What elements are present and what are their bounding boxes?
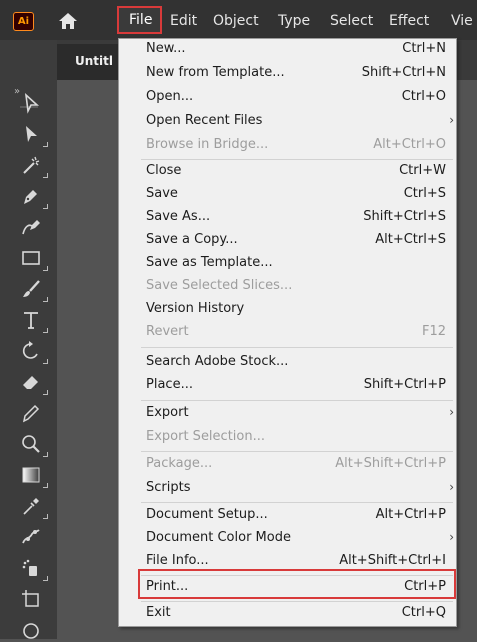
- menu-separator: [141, 347, 453, 348]
- menu-item-new-from-template[interactable]: New from Template... Shift+Ctrl+N: [119, 63, 456, 85]
- menu-item-exit[interactable]: Exit Ctrl+Q: [119, 603, 456, 625]
- menu-edit[interactable]: Edit: [170, 12, 197, 30]
- direct-selection-tool-icon[interactable]: [20, 123, 48, 147]
- menu-select[interactable]: Select: [330, 12, 373, 30]
- pen-tool-icon[interactable]: [20, 185, 48, 209]
- menu-item-open-recent-files[interactable]: Open Recent Files ›: [119, 111, 456, 133]
- paintbrush-tool-icon[interactable]: [20, 278, 48, 302]
- menu-separator: [141, 451, 453, 452]
- menu-separator: [141, 159, 453, 160]
- menu-item-close[interactable]: Close Ctrl+W: [119, 161, 456, 183]
- menu-item-place[interactable]: Place... Shift+Ctrl+P: [119, 375, 456, 397]
- document-tab[interactable]: Untitl: [57, 44, 120, 80]
- chevron-right-icon: ›: [449, 480, 454, 494]
- menu-item-revert: Revert F12: [146, 324, 446, 339]
- menu-item-document-setup[interactable]: Document Setup... Alt+Ctrl+P: [119, 505, 456, 527]
- artboard-tool-icon[interactable]: [20, 588, 42, 610]
- menu-item-save-as[interactable]: Save As... Shift+Ctrl+S: [119, 207, 456, 229]
- symbol-sprayer-tool-icon[interactable]: [20, 557, 48, 581]
- illustrator-logo: Ai: [13, 12, 34, 31]
- menu-item-open[interactable]: Open... Ctrl+O: [119, 87, 456, 109]
- file-menu-dropdown: New... Ctrl+N New from Template... Shift…: [118, 38, 457, 627]
- menu-item-browse-in-bridge: Browse in Bridge... Alt+Ctrl+O: [146, 137, 446, 152]
- rotate-tool-icon[interactable]: [20, 340, 48, 364]
- menu-type[interactable]: Type: [278, 12, 310, 30]
- menu-item-scripts[interactable]: Scripts ›: [119, 478, 456, 500]
- selection-tool-icon[interactable]: [20, 92, 42, 114]
- zoom-tool-icon[interactable]: [20, 433, 48, 457]
- menu-item-export[interactable]: Export ›: [119, 403, 456, 425]
- menu-item-export-selection: Export Selection...: [146, 429, 265, 444]
- menu-effect[interactable]: Effect: [389, 12, 429, 30]
- menu-item-version-history[interactable]: Version History: [119, 299, 456, 321]
- menu-item-package: Package... Alt+Shift+Ctrl+P: [146, 456, 446, 471]
- menu-item-save-a-copy[interactable]: Save a Copy... Alt+Ctrl+S: [119, 230, 456, 252]
- menu-item-document-color-mode[interactable]: Document Color Mode ›: [119, 528, 456, 550]
- chevron-right-icon: ›: [449, 530, 454, 544]
- menu-item-search-adobe-stock[interactable]: Search Adobe Stock...: [119, 352, 456, 374]
- menu-separator: [141, 502, 453, 503]
- menu-item-save-selected-slices: Save Selected Slices...: [146, 278, 293, 293]
- menu-file[interactable]: File: [117, 6, 162, 34]
- eyedropper-tool-icon[interactable]: [20, 495, 48, 519]
- gradient-tool-icon[interactable]: [20, 464, 48, 488]
- menu-separator: [141, 601, 453, 602]
- home-icon[interactable]: [58, 11, 78, 31]
- eraser-tool-icon[interactable]: [20, 371, 48, 395]
- type-tool-icon[interactable]: [20, 309, 48, 333]
- magic-wand-tool-icon[interactable]: [20, 154, 48, 178]
- puppet-warp-tool-icon[interactable]: [20, 526, 42, 548]
- curvature-tool-icon[interactable]: [20, 216, 42, 238]
- menu-separator: [141, 400, 453, 401]
- pencil-tool-icon[interactable]: [20, 402, 42, 424]
- chevron-right-icon: ›: [449, 405, 454, 419]
- chevron-right-icon: ›: [449, 113, 454, 127]
- rectangle-tool-icon[interactable]: [20, 247, 48, 271]
- menu-item-save-as-template[interactable]: Save as Template...: [119, 253, 456, 275]
- menu-object[interactable]: Object: [213, 12, 259, 30]
- menu-item-new[interactable]: New... Ctrl+N: [119, 39, 456, 61]
- menu-item-save[interactable]: Save Ctrl+S: [119, 184, 456, 206]
- print-highlight-box: [138, 569, 456, 599]
- app-menu-bar: Ai File Edit Object Type Select Effect V…: [0, 0, 477, 40]
- menu-view[interactable]: Vie: [451, 12, 473, 30]
